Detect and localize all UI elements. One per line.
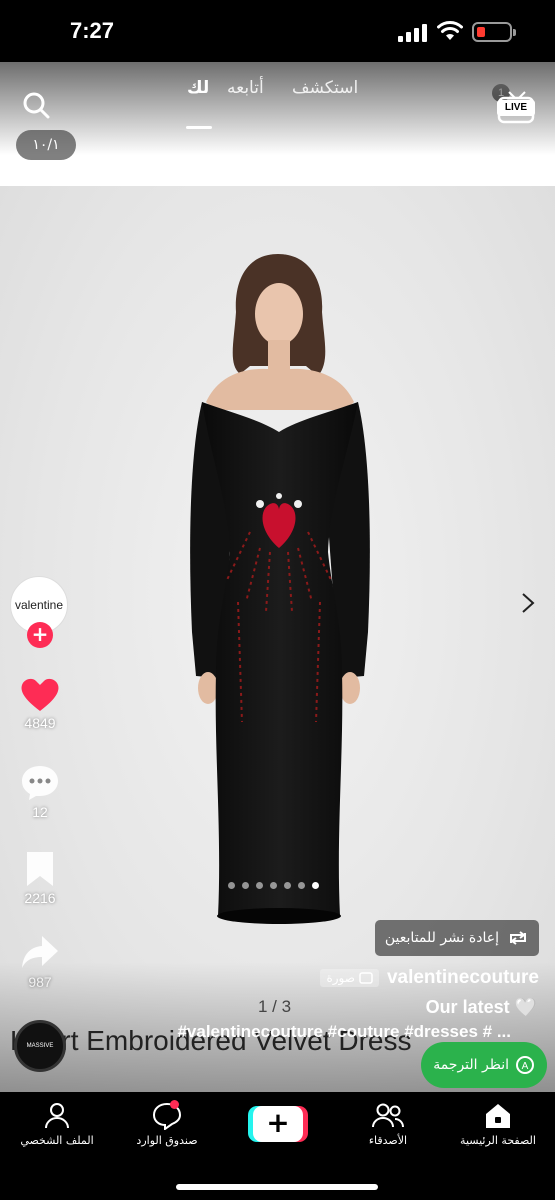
photo-type-badge: صورة — [320, 969, 379, 987]
tab-explore[interactable]: استكشف — [292, 78, 358, 98]
comment-count: 12 — [32, 804, 48, 820]
carousel-dot — [242, 882, 249, 889]
nav-friends[interactable]: الأصدقاء — [333, 1102, 443, 1147]
translate-label: انظر الترجمة — [433, 1057, 509, 1073]
friends-icon — [372, 1103, 404, 1128]
repost-to-followers-button[interactable]: إعادة نشر للمتابعين — [374, 920, 539, 956]
post-photo[interactable]: valentine 1 — [0, 62, 555, 1092]
photo-icon — [359, 972, 373, 984]
carousel-dot — [256, 882, 263, 889]
author-row: صورة valentinecouture — [320, 967, 539, 989]
heart-icon — [21, 678, 59, 711]
live-button[interactable]: LIVE — [497, 90, 537, 128]
nav-profile[interactable]: الملف الشخصي — [2, 1102, 112, 1147]
status-time: 7:27 — [70, 18, 115, 43]
battery-icon — [472, 22, 516, 42]
save-count: 2216 — [24, 890, 56, 906]
repost-label: إعادة نشر للمتابعين — [384, 930, 499, 946]
carousel-dot — [228, 882, 235, 889]
carousel-dot-active — [312, 882, 319, 889]
photo-badge-label: صورة — [326, 971, 355, 985]
nav-home[interactable]: الصفحة الرئيسية — [443, 1102, 553, 1147]
product-page-indicator: 1 / 3 — [258, 997, 292, 1016]
live-label: LIVE — [497, 100, 535, 116]
tiktok-screen: 7:27 valentine 1 — [0, 0, 555, 1200]
nav-friends-label: الأصدقاء — [368, 1134, 408, 1147]
active-tab-indicator — [186, 126, 212, 129]
carousel-dot — [270, 882, 277, 889]
svg-text:A: A — [522, 1061, 529, 1072]
repost-icon — [510, 931, 526, 945]
comment-button[interactable]: 12 — [0, 764, 80, 820]
author-username[interactable]: valentinecouture — [387, 967, 539, 989]
music-disc[interactable]: MASSIVE ATTACK — [14, 1020, 66, 1072]
caption-line-1: Our latest 🤍 — [425, 997, 537, 1017]
model-in-dress-image — [190, 254, 370, 924]
like-count: 4849 — [24, 715, 56, 731]
save-button[interactable]: 2216 — [0, 850, 80, 906]
bottom-nav: الصفحة الرئيسية الأصدقاء + صندوق الوارد … — [0, 1092, 555, 1200]
create-button[interactable]: + — [248, 1106, 308, 1142]
action-rail: valentine + 4849 12 2216 987 — [0, 62, 80, 1092]
chevron-right-icon[interactable] — [521, 592, 535, 614]
status-bar: 7:27 — [0, 0, 555, 62]
carousel-dot — [298, 882, 305, 889]
profile-icon — [45, 1103, 69, 1129]
home-indicator — [176, 1184, 378, 1190]
translate-icon: A — [516, 1056, 534, 1074]
tab-for-you[interactable]: لك — [187, 78, 209, 98]
cellular-signal-icon — [398, 24, 428, 42]
nav-inbox-label: صندوق الوارد — [136, 1134, 198, 1147]
comment-icon — [22, 766, 58, 800]
follow-button[interactable]: + — [27, 622, 53, 648]
caption-hashtags[interactable]: #valentinecouture #couture #dresses # ..… — [177, 1022, 511, 1042]
wifi-icon — [437, 21, 463, 40]
nav-home-label: الصفحة الرئيسية — [460, 1134, 536, 1147]
carousel-dots — [228, 882, 319, 889]
inbox-notification-dot — [170, 1100, 179, 1109]
carousel-dot — [284, 882, 291, 889]
create-plus-icon: + — [253, 1106, 303, 1142]
nav-inbox[interactable]: صندوق الوارد — [112, 1100, 222, 1147]
see-translation-button[interactable]: انظر الترجمة A — [421, 1042, 547, 1088]
like-button[interactable]: 4849 — [0, 677, 80, 731]
top-tabs: لك أتابعه استكشف LIVE — [0, 78, 555, 129]
nav-profile-label: الملف الشخصي — [20, 1134, 94, 1147]
home-icon — [486, 1104, 510, 1128]
bookmark-icon — [27, 852, 53, 886]
tab-following[interactable]: أتابعه — [227, 78, 264, 98]
